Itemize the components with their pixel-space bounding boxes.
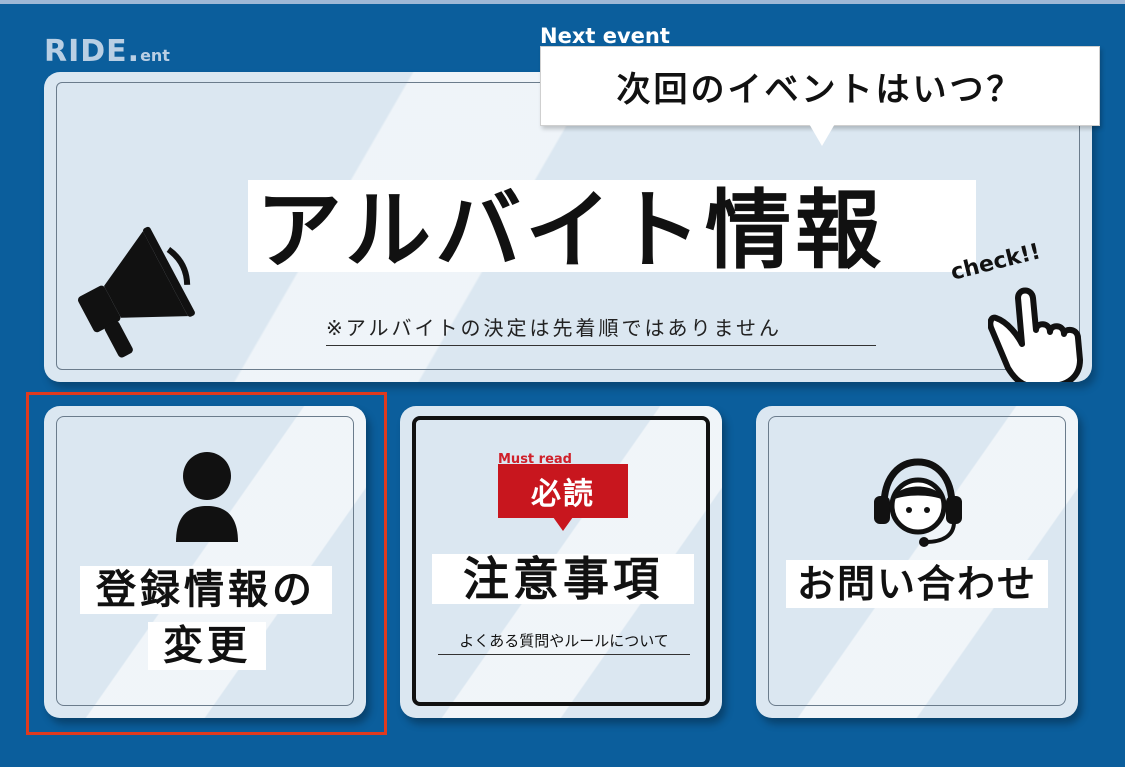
- megaphone-icon: [77, 226, 195, 358]
- next-event-label: Next event: [540, 24, 670, 48]
- banner-headline: アルバイト情報: [256, 181, 886, 281]
- notes-title: 注意事項: [432, 554, 694, 604]
- top-accent-line: [0, 0, 1125, 4]
- logo-main: RIDE.: [44, 34, 141, 69]
- pointing-hand-icon: [988, 287, 1083, 382]
- contact-card[interactable]: お問い合わせ: [756, 406, 1078, 718]
- selection-highlight: [26, 392, 387, 735]
- bubble-tail: [808, 122, 836, 146]
- notes-subtitle: よくある質問やルールについて: [438, 630, 690, 655]
- banner-note: ※アルバイトの決定は先着順ではありません: [326, 312, 876, 346]
- contact-label: お問い合わせ: [786, 560, 1048, 608]
- must-read-badge: 必読: [498, 464, 628, 518]
- brand-logo[interactable]: RIDE.ent: [44, 34, 170, 69]
- next-event-question: 次回のイベントはいつ？: [616, 69, 1024, 110]
- badge-tail: [553, 517, 573, 531]
- logo-suffix: ent: [140, 46, 170, 65]
- next-event-bubble[interactable]: 次回のイベントはいつ？: [540, 46, 1100, 126]
- headset-support-icon: [874, 458, 962, 547]
